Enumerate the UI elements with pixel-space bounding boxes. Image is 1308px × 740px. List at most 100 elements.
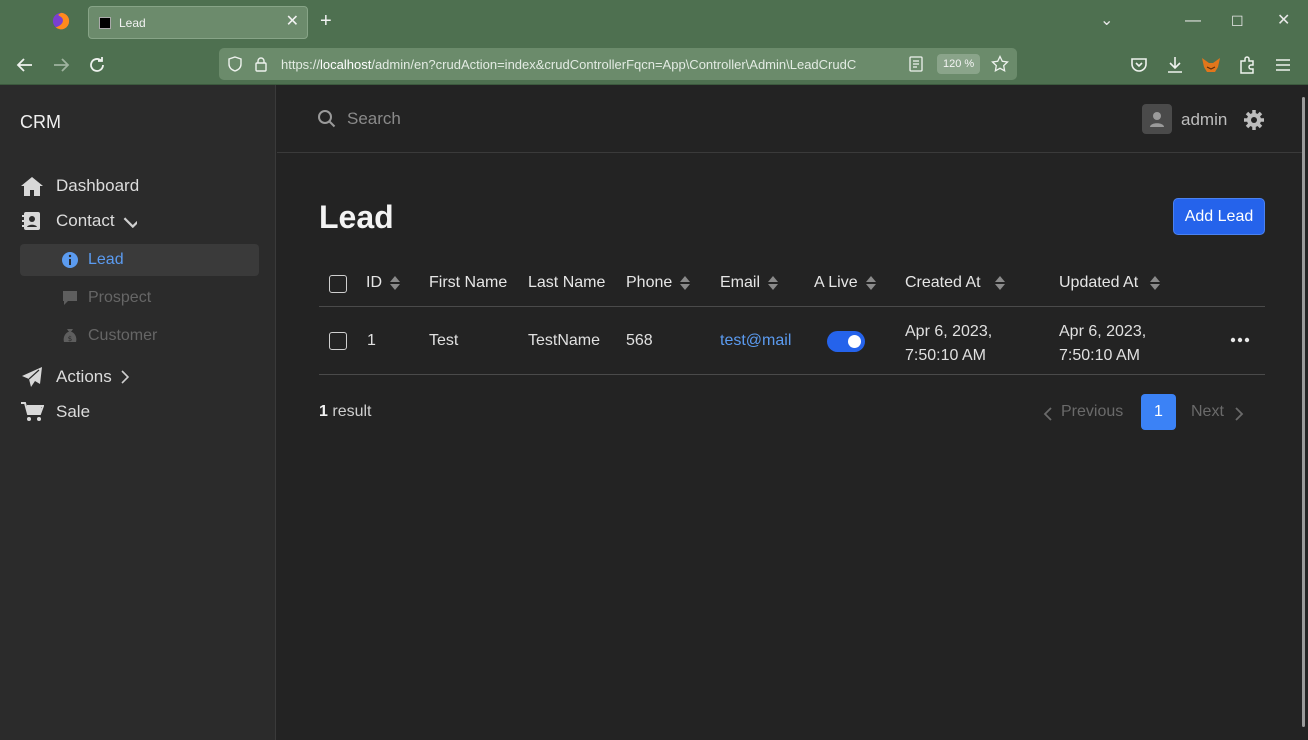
- new-tab-icon[interactable]: +: [320, 9, 332, 33]
- address-bar[interactable]: https://localhost/admin/en?crudAction=in…: [219, 48, 1017, 80]
- reader-view-icon[interactable]: [909, 56, 923, 72]
- sidebar-item-label: Sale: [56, 402, 91, 421]
- chevron-right-icon: [121, 370, 129, 384]
- home-icon: [20, 175, 44, 197]
- pagination-previous-label: Previous: [1061, 403, 1124, 420]
- browser-tab-lead[interactable]: Lead ✕: [88, 6, 308, 39]
- add-lead-button[interactable]: Add Lead: [1173, 198, 1265, 235]
- updated-at-date: Apr 6, 2023,: [1059, 323, 1147, 340]
- sidebar-item-label: Actions: [56, 367, 112, 386]
- url-text[interactable]: https://localhost/admin/en?crudAction=in…: [281, 57, 901, 72]
- user-name[interactable]: admin: [1181, 110, 1227, 130]
- row-checkbox[interactable]: [329, 332, 347, 350]
- shopping-cart-icon: [20, 401, 44, 423]
- pagination-previous[interactable]: Previous: [1043, 403, 1123, 421]
- browser-nav-bar: https://localhost/admin/en?crudAction=in…: [0, 44, 1308, 85]
- column-header-alive[interactable]: A Live: [814, 274, 876, 292]
- toggle-knob: [848, 335, 861, 348]
- top-header: admin: [277, 85, 1303, 153]
- close-window-icon[interactable]: ✕: [1277, 8, 1290, 34]
- page-scrollbar[interactable]: [1302, 97, 1305, 727]
- pagination-page-current[interactable]: 1: [1141, 394, 1176, 430]
- tab-list-chevron-icon[interactable]: ⌄: [1100, 8, 1113, 34]
- url-prefix: https://: [281, 57, 321, 72]
- cell-created-at: Apr 6, 2023, 7:50:10 AM: [905, 320, 992, 368]
- chevron-left-icon: [1043, 406, 1052, 421]
- info-circle-icon: [60, 249, 80, 271]
- avatar[interactable]: [1142, 104, 1172, 134]
- leads-table: ID First Name Last Name Phone Email A Li…: [319, 261, 1265, 375]
- tab-title: Lead: [119, 16, 146, 30]
- table-row: 1 Test TestName 568 test@mail Apr 6, 202…: [319, 307, 1265, 375]
- reload-icon[interactable]: [86, 54, 108, 76]
- search-icon: [318, 110, 336, 128]
- maximize-window-icon[interactable]: ☐: [1231, 8, 1244, 34]
- comment-icon: [60, 287, 80, 309]
- sort-icon: [680, 276, 691, 290]
- more-actions-icon[interactable]: [1229, 332, 1251, 348]
- lock-icon[interactable]: [253, 56, 269, 72]
- url-host: localhost: [320, 57, 372, 72]
- forward-arrow-icon[interactable]: [50, 54, 72, 76]
- brand-logo[interactable]: CRM: [20, 112, 61, 133]
- address-book-icon: [20, 210, 44, 232]
- column-label: Last Name: [528, 274, 606, 291]
- created-at-date: Apr 6, 2023,: [905, 323, 993, 340]
- result-number: 1: [319, 403, 328, 420]
- column-header-last-name: Last Name: [528, 274, 605, 292]
- column-label: ID: [366, 274, 382, 291]
- alive-toggle[interactable]: [827, 331, 865, 352]
- tab-close-icon[interactable]: ✕: [286, 13, 299, 31]
- firefox-logo-icon[interactable]: [52, 12, 70, 30]
- search-input[interactable]: [347, 107, 847, 131]
- zoom-level-badge[interactable]: 120 %: [937, 54, 981, 74]
- column-header-email[interactable]: Email: [720, 274, 779, 292]
- paper-plane-icon: [20, 366, 44, 388]
- cell-first-name: Test: [429, 332, 459, 349]
- sidebar-item-label: Customer: [88, 327, 158, 344]
- cell-phone: 568: [626, 332, 653, 349]
- sidebar-item-prospect[interactable]: Prospect: [20, 282, 259, 314]
- column-label: Phone: [626, 274, 673, 291]
- hamburger-menu-icon[interactable]: [1272, 54, 1294, 76]
- sort-icon: [1150, 276, 1161, 290]
- minimize-window-icon[interactable]: —: [1185, 8, 1201, 34]
- money-bag-icon: $: [60, 325, 80, 347]
- metamask-fox-icon[interactable]: [1200, 54, 1222, 76]
- back-arrow-icon[interactable]: [14, 54, 36, 76]
- cell-id: 1: [367, 332, 376, 349]
- column-label: Created At: [905, 274, 981, 291]
- updated-at-time: 7:50:10 AM: [1059, 347, 1140, 364]
- result-count: 1 result: [319, 403, 371, 421]
- pagination-next[interactable]: Next: [1191, 403, 1244, 421]
- sidebar-item-contact[interactable]: Contact: [20, 205, 259, 237]
- column-label: Email: [720, 274, 761, 291]
- downloads-icon[interactable]: [1164, 54, 1186, 76]
- cell-email-link[interactable]: test@mail: [720, 332, 791, 350]
- sidebar-item-label: Lead: [88, 251, 124, 268]
- pocket-icon[interactable]: [1128, 54, 1150, 76]
- shield-icon[interactable]: [227, 56, 243, 72]
- column-header-id[interactable]: ID: [366, 274, 400, 292]
- sidebar-item-dashboard[interactable]: Dashboard: [20, 170, 259, 202]
- tab-favicon-icon: [99, 17, 111, 29]
- sidebar-item-actions[interactable]: Actions: [20, 361, 259, 393]
- column-header-phone[interactable]: Phone: [626, 274, 691, 292]
- main-content: admin Lead Add Lead ID First Name Last N…: [277, 85, 1303, 740]
- bookmark-star-icon[interactable]: [991, 55, 1009, 73]
- extensions-puzzle-icon[interactable]: [1236, 54, 1258, 76]
- created-at-time: 7:50:10 AM: [905, 347, 986, 364]
- sidebar-item-customer[interactable]: $ Customer: [20, 320, 259, 352]
- gear-icon[interactable]: [1243, 109, 1265, 131]
- column-header-created-at[interactable]: Created At: [905, 274, 1005, 292]
- sidebar-item-label: Dashboard: [56, 176, 140, 195]
- select-all-checkbox[interactable]: [329, 275, 347, 293]
- page-title: Lead: [319, 199, 394, 235]
- column-label: First Name: [429, 274, 508, 291]
- sidebar-item-lead[interactable]: Lead: [20, 244, 259, 276]
- sort-icon: [390, 276, 400, 290]
- column-header-updated-at[interactable]: Updated At: [1059, 274, 1161, 292]
- browser-tab-bar: Lead ✕ + ⌄ — ☐ ✕: [0, 0, 1308, 44]
- sidebar-item-sale[interactable]: Sale: [20, 396, 259, 428]
- table-header: ID First Name Last Name Phone Email A Li…: [319, 261, 1265, 307]
